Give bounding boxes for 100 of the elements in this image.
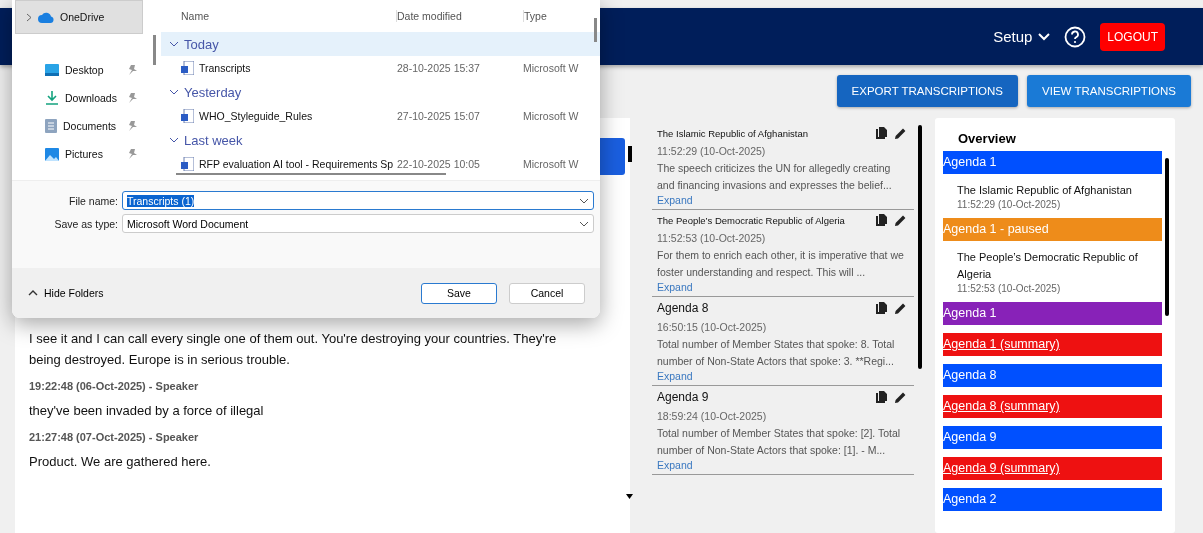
pin-icon[interactable] bbox=[128, 93, 137, 103]
agenda-item[interactable]: Agenda 2 bbox=[943, 488, 1162, 511]
help-icon[interactable] bbox=[1064, 25, 1087, 48]
overview-title: Overview bbox=[957, 130, 1017, 148]
file-type: Microsoft W bbox=[523, 62, 580, 74]
scroll-down-icon[interactable] bbox=[626, 494, 633, 499]
summary-title: The Islamic Republic of Afghanistan bbox=[657, 127, 810, 139]
speaker-name[interactable]: The Islamic Republic of Afghanistan bbox=[957, 182, 1157, 199]
copy-icon[interactable] bbox=[876, 302, 887, 314]
agenda-item[interactable]: Agenda 8 (summary) bbox=[943, 395, 1162, 418]
scrollbar-thumb[interactable] bbox=[153, 35, 156, 65]
summary-time: 16:50:15 (10-Oct-2025) bbox=[657, 321, 768, 333]
save-button[interactable]: Save bbox=[421, 282, 497, 304]
group-header[interactable]: Yesterday bbox=[161, 80, 600, 104]
agenda-item[interactable]: Agenda 1 bbox=[943, 151, 1162, 174]
file-name[interactable]: WHO_Styleguide_Rules bbox=[199, 110, 313, 122]
speaker-timestamp: 21:27:48 (07-Oct-2025) - Speaker bbox=[29, 431, 200, 443]
summary-time: 11:52:53 (10-Oct-2025) bbox=[657, 232, 767, 244]
group-header[interactable]: Today bbox=[161, 32, 600, 56]
chevron-right-icon[interactable] bbox=[26, 12, 32, 22]
chevron-down-icon[interactable] bbox=[579, 197, 589, 204]
logout-button[interactable]: LOGOUT bbox=[1100, 22, 1165, 51]
nav-item[interactable]: Downloads bbox=[15, 84, 143, 112]
expand-link[interactable]: Expand bbox=[657, 370, 906, 382]
agenda-item[interactable]: Agenda 1 bbox=[943, 302, 1162, 325]
expand-link[interactable]: Expand bbox=[657, 281, 906, 293]
column-header[interactable]: Type bbox=[524, 10, 586, 22]
group-header[interactable]: Last week bbox=[161, 128, 600, 152]
copy-icon[interactable] bbox=[876, 214, 887, 226]
transcript-text: I see it and I can call every single one of them out. You're destroying your countries. They're being destroyed. Europe is in serious trouble. bbox=[29, 330, 558, 369]
agenda-item[interactable]: Agenda 9 (summary) bbox=[943, 457, 1162, 480]
edit-icon[interactable] bbox=[895, 391, 906, 403]
expand-link[interactable]: Expand bbox=[657, 194, 906, 206]
file-date: 22-10-2025 10:05 bbox=[397, 158, 481, 170]
word-file-icon bbox=[181, 157, 194, 171]
speaker-time: 11:52:29 (10-Oct-2025) bbox=[957, 199, 1062, 210]
scrollbar-thumb[interactable] bbox=[918, 125, 922, 369]
chevron-down-icon[interactable] bbox=[579, 220, 589, 227]
transcript-text: Product. We are gathered here. bbox=[29, 453, 212, 471]
file-name[interactable]: Transcripts bbox=[199, 62, 251, 74]
field-label: Save as type: bbox=[53, 217, 118, 230]
nav-item[interactable]: Documents bbox=[15, 112, 143, 140]
hide-folders-button[interactable]: Hide Folders bbox=[22, 286, 110, 300]
speaker-name[interactable]: The People’s Democratic Republic of Algeria bbox=[957, 249, 1157, 283]
copy-icon[interactable] bbox=[876, 127, 887, 139]
scrollbar-thumb[interactable] bbox=[1165, 158, 1169, 316]
picture-icon bbox=[45, 147, 59, 161]
summary-text: Total number of Member States that spoke: 8. Total number of Non-State Actors that spoke: 3. **Regi... bbox=[657, 337, 896, 369]
nav-item[interactable]: Desktop bbox=[15, 56, 143, 84]
column-header[interactable]: Date modified bbox=[397, 10, 524, 22]
summary-text: For them to enrich each other, it is imperative that we foster understanding and respect. This will ... bbox=[657, 248, 905, 280]
pin-icon[interactable] bbox=[128, 149, 137, 159]
scrollbar-thumb[interactable] bbox=[594, 18, 597, 42]
chevron-up-icon bbox=[28, 290, 38, 296]
pin-icon[interactable] bbox=[128, 121, 137, 131]
word-file-icon bbox=[181, 109, 194, 123]
scrollbar-thumb[interactable] bbox=[176, 173, 446, 175]
pin-icon[interactable] bbox=[128, 65, 137, 75]
summary-time: 18:59:24 (10-Oct-2025) bbox=[657, 410, 768, 422]
column-header[interactable]: Name bbox=[161, 10, 397, 22]
file-name[interactable]: RFP evaluation AI tool - Requirements Sp bbox=[199, 158, 394, 170]
cancel-button[interactable]: Cancel bbox=[509, 282, 585, 304]
chevron-down-icon bbox=[1038, 32, 1051, 41]
file-name-field[interactable]: Transcripts (1) bbox=[122, 191, 594, 210]
agenda-item[interactable]: Agenda 1 (summary) bbox=[943, 333, 1162, 356]
summary-title: The People’s Democratic Republic of Algeria bbox=[657, 214, 846, 226]
desktop-icon bbox=[45, 64, 59, 76]
file-type: Microsoft W bbox=[523, 158, 580, 170]
scrollbar-thumb[interactable] bbox=[628, 146, 632, 162]
file-date: 27-10-2025 15:07 bbox=[397, 110, 481, 122]
field-label: File name: bbox=[67, 194, 118, 207]
toolbar-button[interactable]: EXPORT TRANSCRIPTIONS bbox=[836, 75, 1019, 107]
transcript-text: they've been invaded by a force of illegal bbox=[29, 402, 265, 420]
summary-time: 11:52:29 (10-Oct-2025) bbox=[657, 145, 767, 157]
nav-item[interactable]: OneDrive bbox=[15, 0, 143, 34]
summary-title: Agenda 8 bbox=[657, 301, 710, 315]
file-type-dropdown[interactable]: Microsoft Word Document bbox=[122, 214, 594, 233]
summary-title: Agenda 9 bbox=[657, 390, 710, 404]
edit-icon[interactable] bbox=[895, 214, 906, 226]
agenda-item[interactable]: Agenda 8 bbox=[943, 364, 1162, 387]
edit-icon[interactable] bbox=[895, 127, 906, 139]
download-icon bbox=[45, 91, 59, 105]
toolbar-button[interactable]: VIEW TRANSCRIPTIONS bbox=[1027, 75, 1191, 107]
summary-text: The speech criticizes the UN for allegedly creating and financing invasions and expresses the belief... bbox=[657, 161, 893, 193]
cloud-icon bbox=[38, 11, 54, 23]
nav-item[interactable]: Pictures bbox=[15, 140, 143, 168]
copy-icon[interactable] bbox=[876, 391, 887, 403]
edit-icon[interactable] bbox=[895, 302, 906, 314]
chevron-down-icon[interactable] bbox=[169, 41, 179, 47]
speaker-time: 11:52:53 (10-Oct-2025) bbox=[957, 283, 1062, 294]
chevron-down-icon[interactable] bbox=[169, 89, 179, 95]
expand-link[interactable]: Expand bbox=[657, 459, 906, 471]
word-file-icon bbox=[181, 61, 194, 75]
chevron-down-icon[interactable] bbox=[169, 137, 179, 143]
file-date: 28-10-2025 15:37 bbox=[397, 62, 481, 74]
speaker-timestamp: 19:22:48 (06-Oct-2025) - Speaker bbox=[29, 380, 200, 392]
agenda-item[interactable]: Agenda 9 bbox=[943, 426, 1162, 449]
file-type: Microsoft W bbox=[523, 110, 580, 122]
setup-menu[interactable]: Setup bbox=[993, 28, 1051, 45]
summary-text: Total number of Member States that spoke: [2]. Total number of Non-State Actors that spoke: [1]. - M... bbox=[657, 426, 902, 458]
